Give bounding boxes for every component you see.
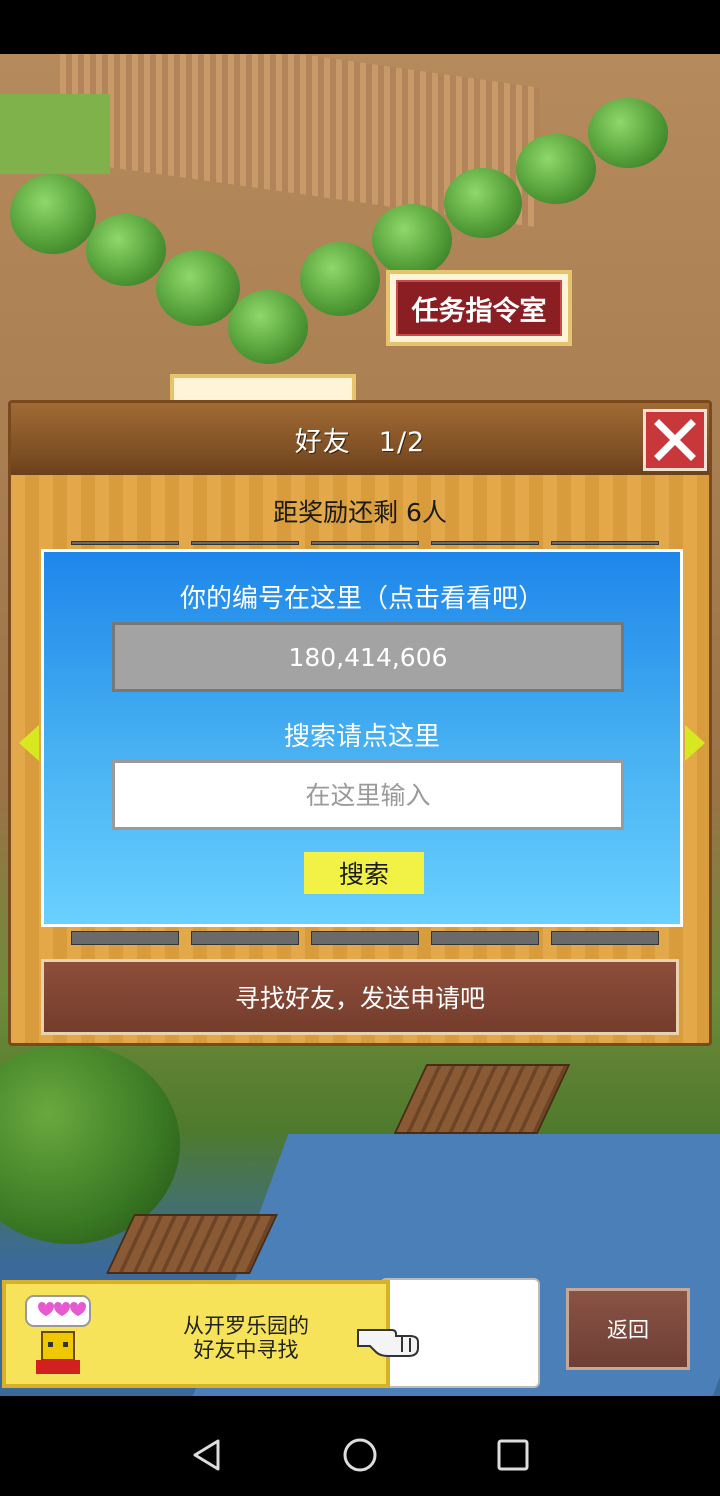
close-icon — [654, 419, 696, 461]
page-tab[interactable] — [191, 931, 299, 945]
mission-room-label: 任务指令室 — [396, 280, 562, 336]
arrow-right-icon[interactable] — [685, 725, 705, 761]
bush — [300, 242, 380, 316]
building-roof — [0, 94, 110, 174]
friends-dialog: 好友 1/2 距奖励还剩 6人 你的编号在这里（点击看看吧） 180,414,6… — [8, 400, 712, 1046]
friend-search-panel: 你的编号在这里（点击看看吧） 180,414,606 搜索请点这里 搜索 — [41, 549, 683, 927]
kairo-mascot-icon — [25, 1295, 91, 1374]
kairo-banner-line2: 好友中寻找 — [193, 1338, 299, 1362]
kairo-banner-text: 从开罗乐园的 好友中寻找 — [146, 1314, 346, 1362]
player-id-box[interactable]: 180,414,606 — [112, 622, 624, 692]
bush — [588, 98, 668, 168]
arrow-left-icon[interactable] — [19, 725, 39, 761]
square-recent-icon[interactable] — [496, 1438, 530, 1472]
bush — [444, 168, 522, 238]
page-tabs-bottom — [41, 931, 685, 945]
close-button[interactable] — [643, 409, 707, 471]
find-friends-button[interactable]: 寻找好友，发送申请吧 — [41, 959, 679, 1035]
mission-room-sign[interactable]: 任务指令室 — [386, 270, 572, 346]
triangle-back-icon[interactable] — [190, 1438, 224, 1472]
hand-pointer-icon — [357, 1329, 419, 1357]
search-prompt: 搜索请点这里 — [283, 722, 440, 752]
bush — [372, 204, 452, 276]
page-tab — [191, 541, 299, 545]
page-tab[interactable] — [431, 931, 539, 945]
search-button[interactable]: 搜索 — [304, 852, 424, 894]
status-bar — [0, 0, 720, 54]
raft — [393, 1064, 571, 1134]
page-tab[interactable] — [551, 931, 659, 945]
bush — [10, 174, 96, 254]
page-tab[interactable] — [71, 931, 179, 945]
page-tab — [431, 541, 539, 545]
bush — [228, 290, 308, 364]
bush — [86, 214, 166, 286]
page-tab — [311, 541, 419, 545]
page-tab[interactable] — [311, 931, 419, 945]
page-tab — [71, 541, 179, 545]
page-tab — [551, 541, 659, 545]
dialog-header: 好友 1/2 — [11, 403, 709, 475]
kairo-banner-line1: 从开罗乐园的 — [183, 1314, 309, 1338]
bush — [156, 250, 240, 326]
system-nav-bar — [0, 1396, 720, 1496]
kairo-friends-banner[interactable]: 从开罗乐园的 好友中寻找 — [2, 1280, 390, 1388]
reward-remaining-text: 距奖励还剩 6人 — [273, 498, 447, 527]
bush — [516, 134, 596, 204]
back-button[interactable]: 返回 — [566, 1288, 690, 1370]
raft — [106, 1214, 278, 1274]
friend-id-input[interactable] — [112, 760, 624, 830]
id-prompt: 你的编号在这里（点击看看吧） — [179, 584, 544, 614]
dialog-title: 好友 1/2 — [294, 426, 426, 458]
circle-home-icon[interactable] — [343, 1438, 377, 1472]
